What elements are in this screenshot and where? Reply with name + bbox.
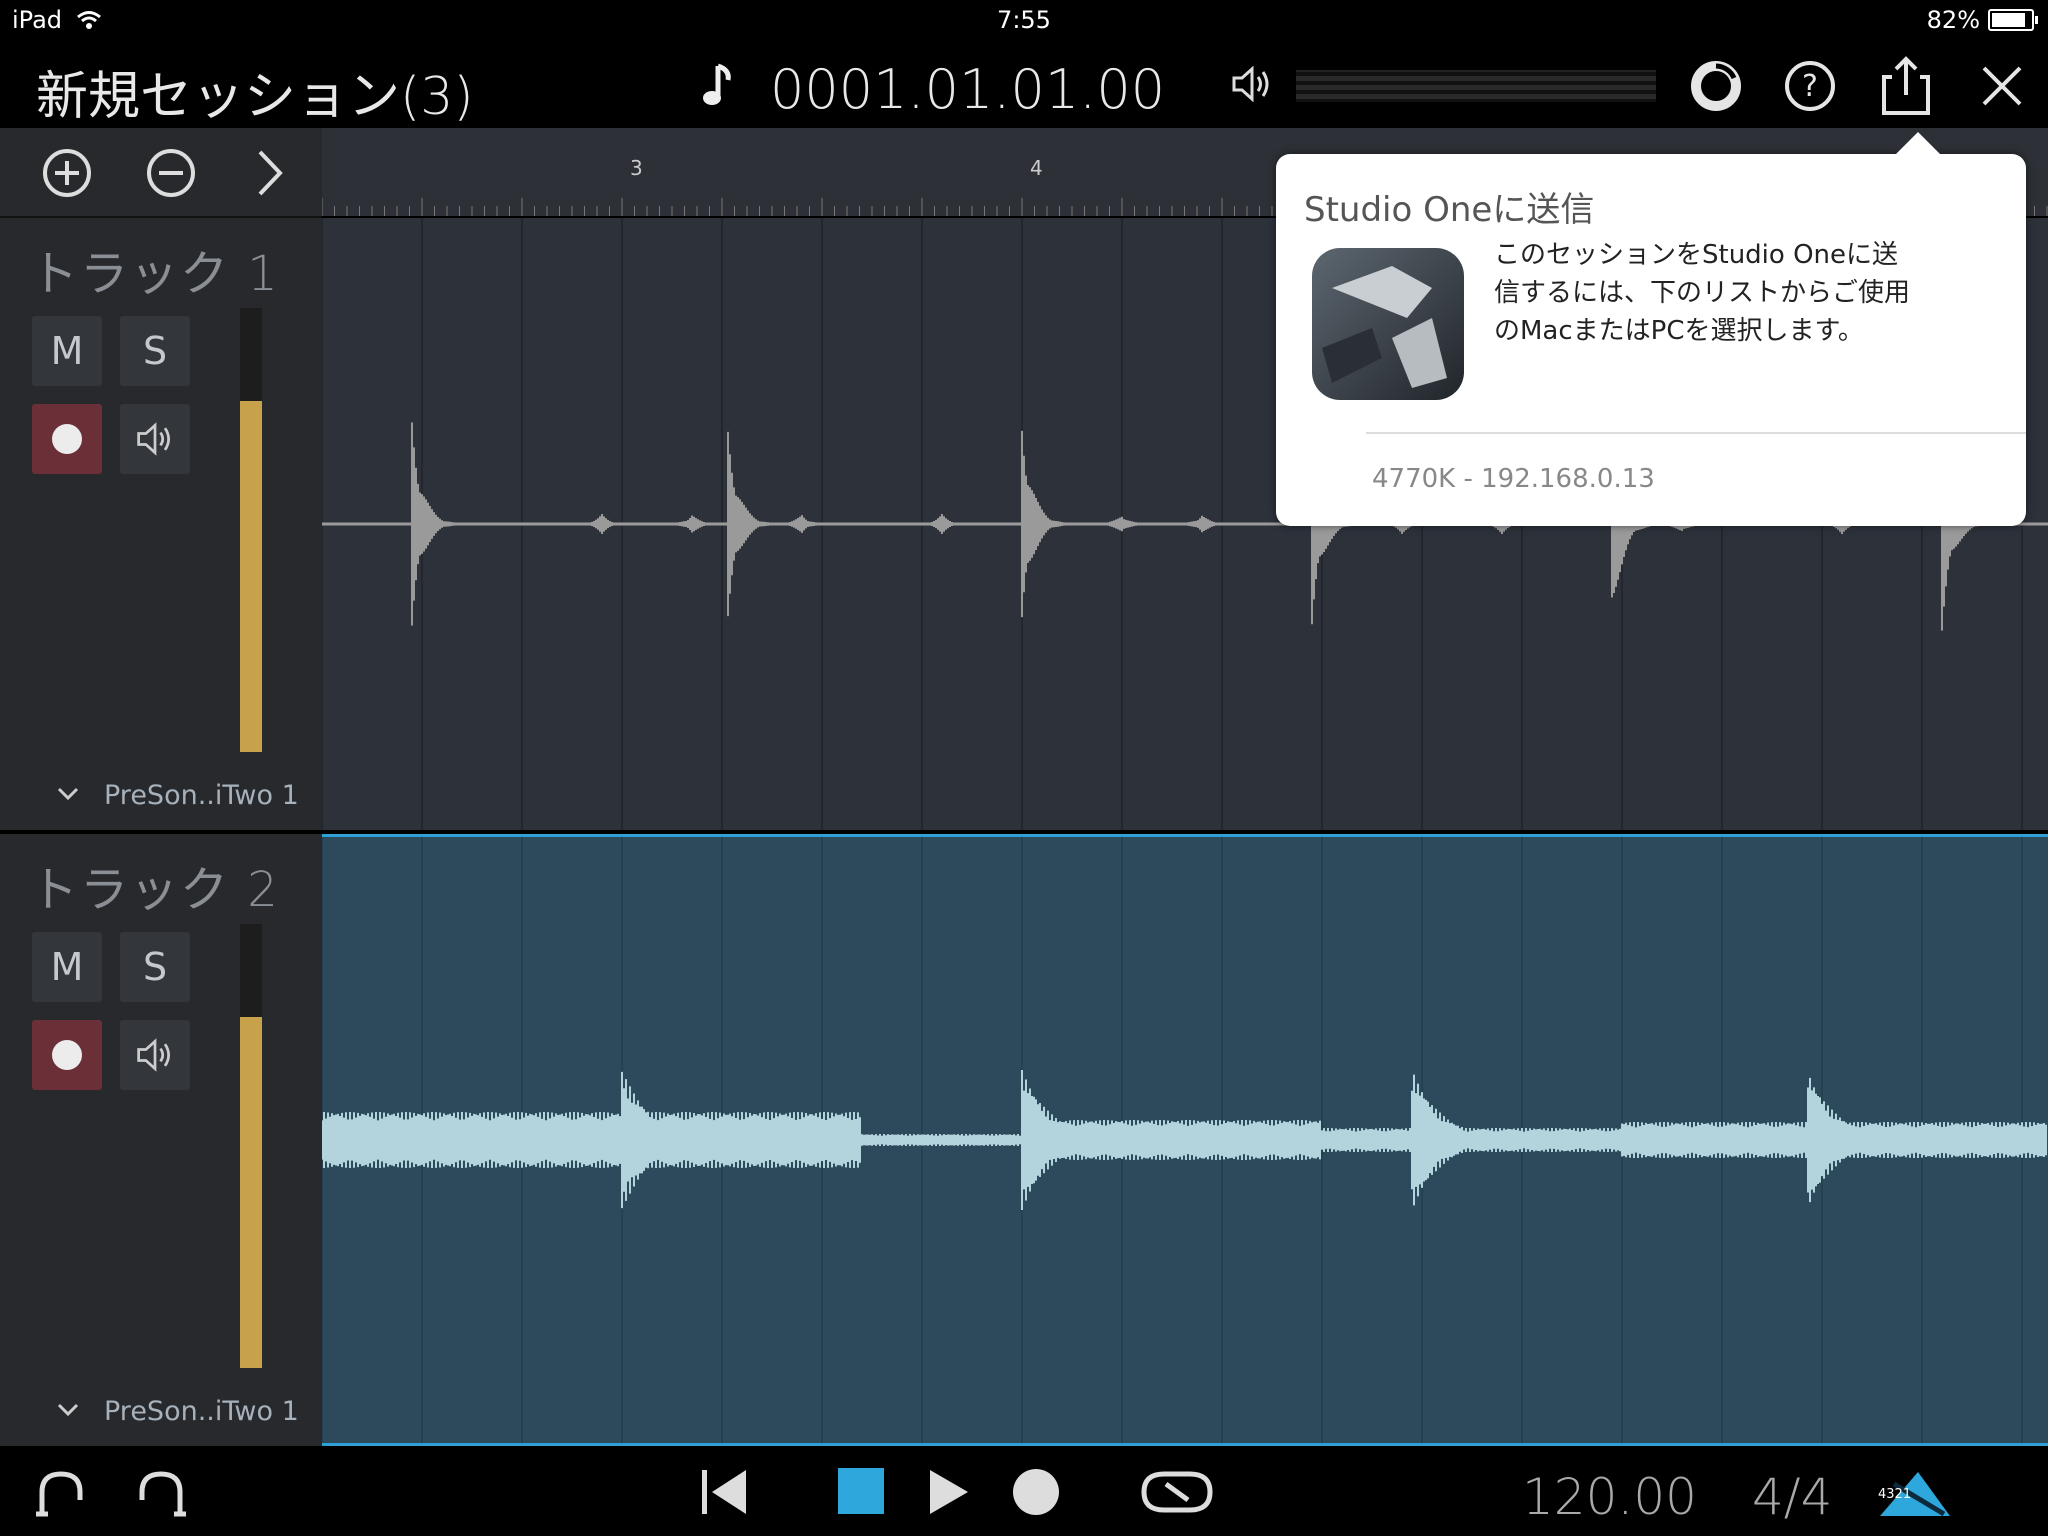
popover-title: Studio Oneに送信 — [1304, 190, 1595, 230]
metronome-icon[interactable]: 4321 — [1874, 1464, 1954, 1524]
record-arm-button[interactable] — [32, 1020, 102, 1090]
record-arm-button[interactable] — [32, 404, 102, 474]
metronome-badge: 4321 — [1878, 1487, 1911, 1502]
add-icon[interactable] — [40, 146, 94, 204]
mute-button[interactable]: M — [32, 932, 102, 1002]
send-to-studio-one-popover: Studio Oneに送信 このセッションをStudio Oneに送信するには、… — [1276, 132, 2026, 526]
input-selector[interactable]: PreSon..iTwo 1 — [104, 780, 299, 811]
svg-text:?: ? — [1802, 69, 1818, 104]
device-list-item[interactable]: 4770K - 192.168.0.13 — [1372, 464, 1655, 494]
bar-label-4: 4 — [1030, 156, 1043, 180]
monitor-button[interactable] — [120, 1020, 190, 1090]
input-selector[interactable]: PreSon..iTwo 1 — [104, 1396, 299, 1427]
popover-message: このセッションをStudio Oneに送信するには、下のリストからご使用のMac… — [1494, 240, 1911, 346]
track-level-meter — [240, 308, 262, 752]
output-meter — [1296, 70, 1656, 102]
time-signature-display[interactable]: 4/4 — [1752, 1468, 1832, 1526]
track-header-2[interactable]: トラック 2 M S PreSon..iTwo 1 — [0, 834, 322, 1446]
stop-icon[interactable] — [838, 1468, 884, 1518]
status-time: 7:55 — [997, 6, 1051, 34]
track-name[interactable]: トラック 2 — [30, 850, 280, 920]
mute-button[interactable]: M — [32, 316, 102, 386]
chevron-down-icon[interactable] — [56, 1402, 80, 1422]
meter-level — [240, 401, 262, 752]
transport-bar: 120.00 4/4 4321 — [0, 1446, 2048, 1536]
chevron-down-icon[interactable] — [56, 786, 80, 806]
close-icon[interactable] — [1970, 54, 2034, 118]
battery-icon — [1988, 9, 2038, 31]
battery-percent: 82% — [1926, 6, 1980, 34]
meter-level — [240, 1017, 262, 1368]
status-bar: iPad 7:55 82% — [0, 0, 2048, 40]
monitor-button[interactable] — [120, 404, 190, 474]
help-icon[interactable]: ? — [1778, 54, 1842, 118]
volume-icon[interactable] — [1230, 62, 1274, 110]
solo-button[interactable]: S — [120, 316, 190, 386]
record-arm-icon — [52, 1040, 82, 1070]
rewind-icon[interactable] — [698, 1466, 750, 1522]
solo-button[interactable]: S — [120, 932, 190, 1002]
share-icon[interactable] — [1874, 54, 1938, 118]
session-header: 新規セッション(3) 0001.01.01.00 ? — [0, 40, 2048, 128]
track-level-meter — [240, 924, 262, 1368]
record-icon[interactable] — [1012, 1468, 1060, 1520]
divider — [1366, 432, 2026, 434]
tempo-display[interactable]: 120.00 — [1522, 1468, 1697, 1526]
track-lane-2[interactable] — [322, 834, 2048, 1446]
expand-icon[interactable] — [250, 146, 290, 204]
note-icon — [700, 62, 740, 116]
monitor-icon — [137, 1038, 170, 1072]
loop-start-icon[interactable] — [34, 1468, 88, 1522]
bar-label-3: 3 — [630, 156, 643, 180]
remove-icon[interactable] — [144, 146, 198, 204]
spinner-icon[interactable] — [1684, 54, 1748, 118]
track-name[interactable]: トラック 1 — [30, 234, 280, 304]
track-toolbar — [0, 128, 322, 218]
track-header-1[interactable]: トラック 1 M S PreSon..iTwo 1 — [0, 218, 322, 830]
play-icon[interactable] — [926, 1466, 972, 1522]
record-arm-icon — [52, 424, 82, 454]
session-title[interactable]: 新規セッション(3) — [36, 54, 474, 129]
loop-end-icon[interactable] — [134, 1468, 188, 1522]
position-display[interactable]: 0001.01.01.00 — [770, 58, 1165, 121]
studio-one-app-icon — [1312, 248, 1464, 400]
loop-icon[interactable] — [1140, 1468, 1214, 1520]
status-battery: 82% — [1926, 6, 2038, 34]
monitor-icon — [137, 422, 170, 456]
